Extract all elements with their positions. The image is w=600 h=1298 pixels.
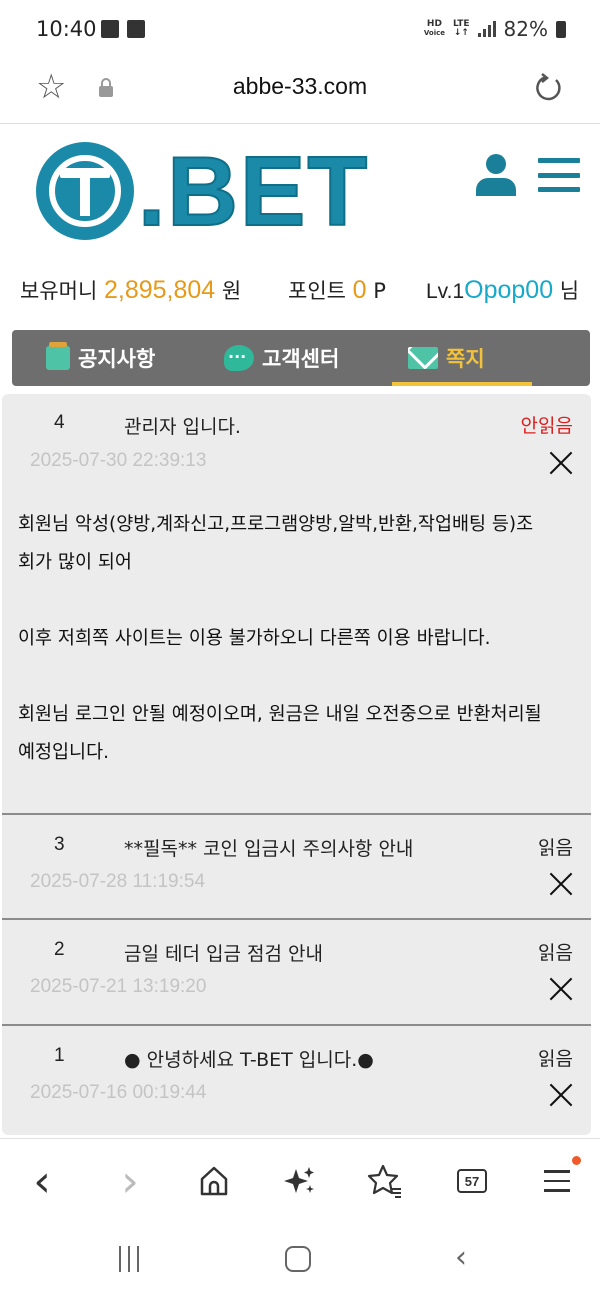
message-body: 회원님 악성(양방,계좌신고,프로그램양방,알박,반환,작업배팅 등)조 회가 … <box>18 506 578 772</box>
tab-notice[interactable]: 공지사항 <box>46 330 155 386</box>
message-status: 안읽음 <box>520 415 573 437</box>
message-list: 4 관리자 입니다. 안읽음 2025-07-30 22:39:13 회원님 악… <box>2 394 591 1135</box>
user-level-info: Lv.1Opop00 님 <box>426 275 579 305</box>
battery-percent: 82% <box>503 17 548 41</box>
bookmarks-icon[interactable] <box>365 1161 405 1201</box>
home-icon[interactable] <box>194 1161 234 1201</box>
close-icon[interactable] <box>549 977 573 1001</box>
tab-bar: 공지사항 고객센터 쪽지 <box>12 330 590 386</box>
message-title[interactable]: **필독** 코인 입금시 주의사항 안내 <box>124 834 413 861</box>
message-body-line: 이후 저희쪽 사이트는 이용 불가하오니 다른쪽 이용 바랍니다. <box>18 628 491 649</box>
message-status: 읽음 <box>538 837 573 859</box>
message-date: 2025-07-21 13:19:20 <box>30 976 207 997</box>
system-navigation-bar: ‹ <box>0 1226 600 1298</box>
status-notification-icons <box>101 20 145 38</box>
message-item[interactable]: 2 금일 테더 입금 점검 안내 읽음 2025-07-21 13:19:20 <box>2 920 591 1026</box>
site-logo[interactable]: .BET <box>36 136 370 246</box>
money-unit: 원 <box>221 279 242 303</box>
hamburger-menu-icon[interactable] <box>538 158 580 192</box>
point-value: 0 <box>352 276 367 304</box>
tab-label: 공지사항 <box>78 347 156 371</box>
system-home-icon[interactable] <box>285 1246 311 1272</box>
sparkle-icon[interactable] <box>280 1161 320 1201</box>
tab-customer-center[interactable]: 고객센터 <box>224 330 339 386</box>
username: Opop00 <box>464 276 554 304</box>
chat-icon <box>224 345 254 371</box>
logo-text: .BET <box>137 136 370 246</box>
notice-icon <box>46 342 70 370</box>
user-icon[interactable] <box>474 152 518 196</box>
message-number: 4 <box>54 412 65 433</box>
account-summary: 보유머니 2,895,804 원 포인트 0 P Lv.1Opop00 님 <box>0 275 600 311</box>
money-label: 보유머니 <box>20 279 98 303</box>
status-right: HD Voice LTE ↓↑ 82% <box>424 17 566 41</box>
message-date: 2025-07-30 22:39:13 <box>30 450 207 471</box>
system-back-icon[interactable]: ‹ <box>455 1240 467 1275</box>
reload-icon[interactable] <box>532 72 564 104</box>
message-number: 3 <box>54 834 65 855</box>
message-number: 1 <box>54 1045 65 1066</box>
recent-apps-icon[interactable] <box>119 1246 139 1272</box>
site-header: .BET <box>0 125 600 255</box>
menu-icon[interactable] <box>537 1161 577 1201</box>
message-date: 2025-07-28 11:19:54 <box>30 871 206 892</box>
checkbox-icon <box>127 20 145 38</box>
message-item[interactable]: 3 **필독** 코인 입금시 주의사항 안내 읽음 2025-07-28 11… <box>2 815 591 920</box>
mail-icon <box>408 347 438 369</box>
tabs-icon[interactable]: 57 <box>452 1161 492 1201</box>
message-body-line: 예정입니다. <box>18 742 109 763</box>
message-status: 읽음 <box>538 1048 573 1070</box>
active-tab-indicator <box>392 382 532 386</box>
money-info: 보유머니 2,895,804 원 <box>20 275 241 305</box>
signal-icon <box>477 21 496 37</box>
tab-count: 57 <box>457 1169 487 1193</box>
point-label: 포인트 <box>288 279 346 303</box>
message-body-line: 회가 많이 되어 <box>18 552 132 573</box>
point-unit: P <box>373 279 386 303</box>
tab-label: 쪽지 <box>446 347 485 371</box>
message-number: 2 <box>54 939 65 960</box>
forward-icon[interactable]: › <box>110 1156 150 1207</box>
message-title[interactable]: ● 안녕하세요 T-BET 입니다.● <box>124 1045 374 1072</box>
message-item[interactable]: 4 관리자 입니다. 안읽음 2025-07-30 22:39:13 회원님 악… <box>2 394 591 815</box>
gallery-icon <box>101 20 119 38</box>
browser-toolbar: ‹ › 57 <box>0 1138 600 1226</box>
money-value: 2,895,804 <box>103 276 216 304</box>
tab-label: 고객센터 <box>262 347 340 371</box>
message-body-line: 회원님 로그인 안될 예정이오며, 원금은 내일 오전중으로 반환처리될 <box>18 704 542 725</box>
message-title[interactable]: 금일 테더 입금 점검 안내 <box>124 939 323 966</box>
message-title[interactable]: 관리자 입니다. <box>124 412 241 439</box>
message-item[interactable]: 1 ● 안녕하세요 T-BET 입니다.● 읽음 2025-07-16 00:1… <box>2 1026 591 1131</box>
level-label: Lv.1 <box>426 280 465 303</box>
battery-icon <box>556 20 566 38</box>
honorific: 님 <box>559 279 580 303</box>
back-icon[interactable]: ‹ <box>22 1156 62 1207</box>
message-date: 2025-07-16 00:19:44 <box>30 1082 207 1103</box>
lte-icon: LTE ↓↑ <box>453 19 470 38</box>
tab-messages[interactable]: 쪽지 <box>408 330 485 386</box>
message-body-line: 회원님 악성(양방,계좌신고,프로그램양방,알박,반환,작업배팅 등)조 <box>18 514 534 535</box>
point-info: 포인트 0 P <box>288 275 386 305</box>
message-status: 읽음 <box>538 942 573 964</box>
close-icon[interactable] <box>549 451 573 475</box>
hd-voice-icon: HD Voice <box>423 19 445 38</box>
close-icon[interactable] <box>549 872 573 896</box>
notification-dot <box>572 1156 581 1165</box>
close-icon[interactable] <box>549 1083 573 1107</box>
url-text[interactable]: abbe-33.com <box>0 73 600 100</box>
browser-url-bar: ☆ abbe-33.com <box>0 58 600 124</box>
tether-coin-icon <box>36 142 134 240</box>
status-time: 10:40 <box>36 17 97 41</box>
status-bar: 10:40 HD Voice LTE ↓↑ 82% <box>0 0 600 58</box>
